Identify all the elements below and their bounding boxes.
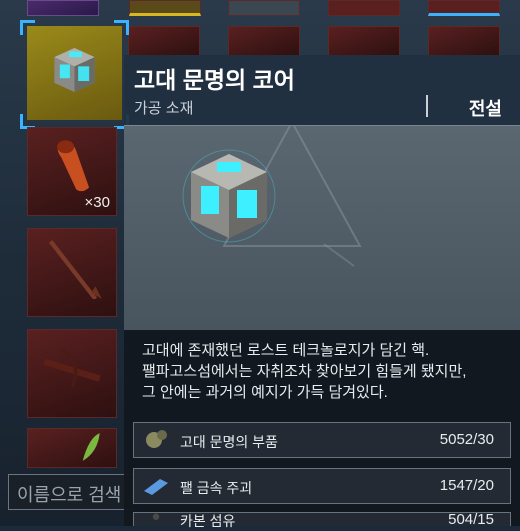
recipe-item-count: 504/15 (448, 511, 494, 528)
recipe-item-name: 팰 금속 주괴 (180, 480, 253, 496)
slot-partial[interactable] (27, 0, 99, 16)
item-description: 고대에 존재했던 로스트 테크놀로지가 담긴 핵. 팰파고스섬에서는 자취조차 … (142, 342, 467, 401)
selection-corner (114, 20, 129, 35)
slot-item[interactable] (328, 26, 400, 56)
item-grade: 전설 (468, 99, 502, 119)
slot-partial[interactable] (129, 0, 201, 16)
slot-partial[interactable] (428, 0, 500, 16)
grade-divider (426, 95, 428, 117)
recipe-item-count: 5052/30 (439, 431, 494, 448)
slot-item[interactable] (428, 26, 500, 56)
ancient-core-icon (54, 48, 95, 92)
slot-item[interactable] (128, 26, 200, 56)
recipe-row: 고대 문명의 부품 5052/30 (133, 422, 511, 458)
recipe-row: 팰 금속 주괴 1547/20 (133, 468, 511, 504)
item-category: 가공 소재 (134, 100, 194, 117)
slot-leaf[interactable] (27, 428, 117, 468)
slot-item[interactable] (228, 26, 300, 56)
meat-icon (57, 140, 90, 192)
slot-partial[interactable] (328, 0, 400, 16)
recipe-row: 카본 섬유 504/15 (133, 511, 511, 529)
item-tooltip: 고대 문명의 코어 가공 소재 전설 고대에 존재했던 로스트 테크놀로지가 담… (124, 55, 520, 529)
tooltip-header: 고대 문명의 코어 가공 소재 전설 (124, 55, 520, 125)
item-title: 고대 문명의 코어 (134, 67, 295, 93)
recipe-item-count: 1547/20 (439, 477, 494, 494)
selection-corner (20, 20, 35, 35)
slot-spear[interactable] (27, 228, 117, 317)
ancient-core-icon (182, 149, 276, 243)
slot-core[interactable] (27, 26, 122, 120)
carbon-fiber-icon (152, 513, 160, 520)
slot-crossbow[interactable] (27, 329, 117, 418)
crossbow-icon (43, 347, 101, 388)
search-input[interactable]: 이름으로 검색 (8, 474, 133, 510)
item-artwork (124, 125, 520, 331)
leaf-icon (82, 433, 100, 461)
tooltip-body: 고대에 존재했던 로스트 테크놀로지가 담긴 핵. 팰파고스섬에서는 자취조차 … (124, 330, 520, 529)
pal-metal-ingot-icon (144, 479, 168, 495)
slot-meat[interactable]: ×30 (27, 127, 117, 216)
recipe-item-name: 고대 문명의 부품 (180, 434, 278, 450)
ancient-parts-icon (146, 430, 167, 448)
item-quantity: ×30 (84, 194, 110, 211)
recipe-item-name: 카본 섬유 (180, 513, 236, 529)
slot-partial[interactable] (228, 0, 300, 16)
spear-icon (48, 240, 102, 299)
